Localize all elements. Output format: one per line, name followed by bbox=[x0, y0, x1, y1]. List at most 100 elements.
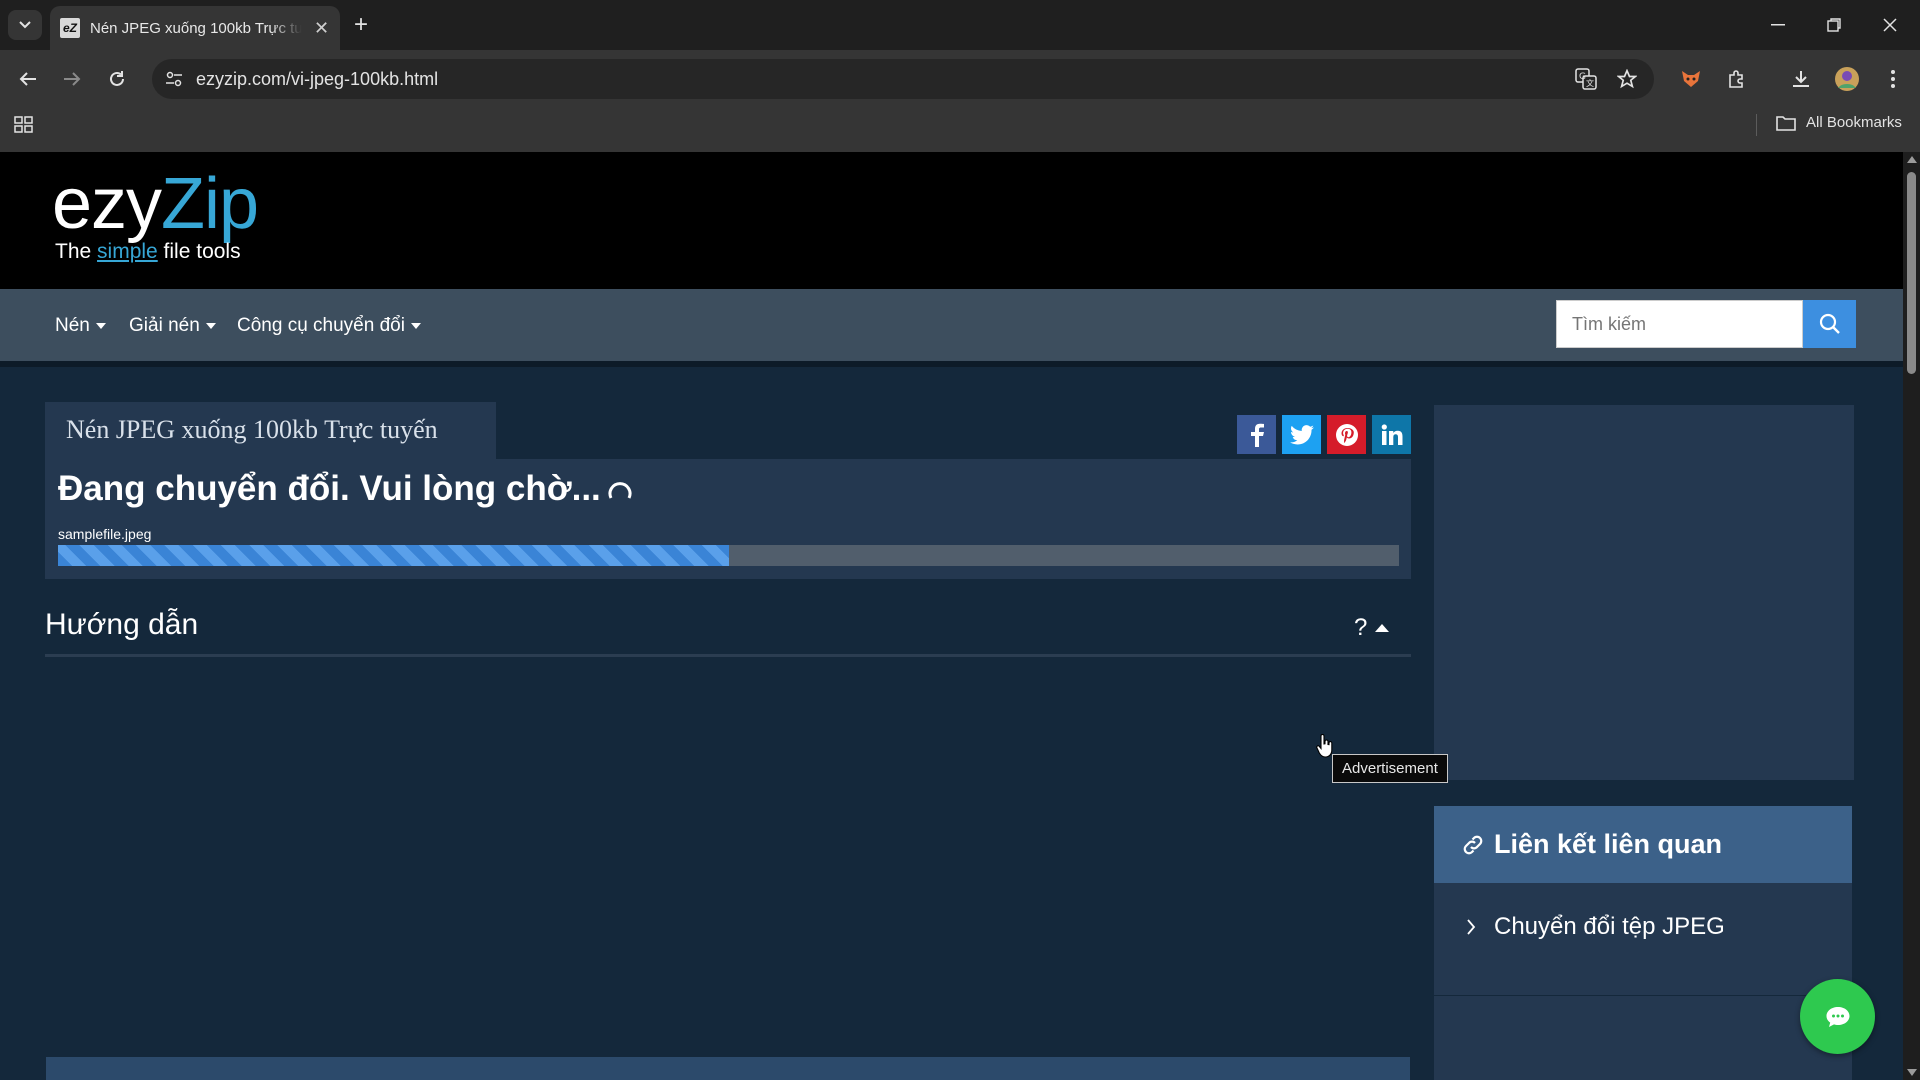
fox-icon bbox=[1682, 71, 1700, 87]
reload-button[interactable] bbox=[102, 64, 132, 94]
link-icon bbox=[1463, 835, 1483, 854]
hand-cursor-icon bbox=[1316, 734, 1334, 758]
upload-progress-bar bbox=[58, 545, 1399, 566]
nav-converter-label: Công cụ chuyển đổi bbox=[237, 315, 405, 336]
site-header: ezyZip The simple file tools bbox=[0, 152, 1903, 289]
twitter-icon bbox=[1289, 424, 1314, 444]
caret-down-icon bbox=[410, 323, 421, 329]
share-twitter-button[interactable] bbox=[1282, 415, 1321, 454]
linkedin-icon bbox=[1381, 423, 1402, 445]
puzzle-icon bbox=[1729, 70, 1743, 88]
advertisement-slot-2[interactable] bbox=[1434, 996, 1852, 1080]
minimize-icon bbox=[1771, 24, 1785, 26]
minimize-window-button[interactable] bbox=[1758, 10, 1798, 40]
browser-tab-strip: eZ Nén JPEG xuống 100kb Trực tuyến ✕ + bbox=[0, 0, 1920, 50]
web-page: ezyZip The simple file tools Nén Giải né… bbox=[0, 152, 1903, 1080]
conversion-status: Đang chuyển đổi. Vui lòng chờ... bbox=[58, 469, 633, 509]
bookmarks-divider bbox=[1756, 114, 1757, 136]
new-tab-button[interactable]: + bbox=[354, 13, 368, 37]
browser-tab-active[interactable]: eZ Nén JPEG xuống 100kb Trực tuyến ✕ bbox=[50, 6, 340, 50]
content-section-strip bbox=[46, 1057, 1410, 1080]
page-scrollbar[interactable] bbox=[1903, 152, 1920, 1080]
bookmark-star-icon[interactable] bbox=[1615, 67, 1639, 91]
caret-up-icon bbox=[1375, 624, 1390, 632]
logo-wordmark: ezyZip bbox=[52, 164, 259, 244]
url-text: ezyzip.com/vi-jpeg-100kb.html bbox=[196, 69, 439, 89]
close-icon bbox=[1883, 18, 1897, 32]
share-linkedin-button[interactable] bbox=[1372, 415, 1411, 454]
tagline-after: file tools bbox=[157, 240, 241, 263]
nav-extract-menu[interactable]: Giải nén bbox=[129, 315, 216, 337]
close-tab-icon[interactable]: ✕ bbox=[314, 18, 329, 39]
guide-toggle-button[interactable]: ? bbox=[1354, 614, 1390, 642]
tab-title: Nén JPEG xuống 100kb Trực tuyến bbox=[90, 19, 302, 37]
site-search-button[interactable] bbox=[1803, 300, 1856, 348]
star-icon bbox=[1617, 69, 1637, 89]
extension-fox-icon[interactable] bbox=[1678, 66, 1704, 92]
navbar-divider bbox=[0, 361, 1903, 367]
nav-compress-label: Nén bbox=[55, 315, 90, 336]
svg-text:G: G bbox=[1579, 72, 1586, 82]
site-search-field[interactable] bbox=[1556, 300, 1803, 348]
scrollbar-thumb[interactable] bbox=[1907, 172, 1916, 374]
reload-icon bbox=[110, 71, 124, 86]
share-pinterest-button[interactable] bbox=[1327, 415, 1366, 454]
share-facebook-button[interactable] bbox=[1237, 415, 1276, 454]
arrow-right-icon bbox=[64, 72, 81, 86]
apps-grid-button[interactable] bbox=[14, 116, 34, 134]
address-bar[interactable]: ezyzip.com/vi-jpeg-100kb.html G文 bbox=[152, 59, 1654, 99]
all-bookmarks-button[interactable]: All Bookmarks bbox=[1776, 114, 1902, 131]
arrow-left-icon bbox=[19, 72, 36, 86]
extensions-button[interactable] bbox=[1724, 66, 1750, 92]
search-icon bbox=[1819, 313, 1840, 334]
scroll-down-arrow-icon[interactable] bbox=[1907, 1069, 1917, 1076]
logo-part-ezy: ezy bbox=[52, 164, 162, 244]
restore-icon bbox=[1827, 18, 1841, 32]
back-button[interactable] bbox=[13, 64, 43, 94]
close-window-button[interactable] bbox=[1870, 10, 1910, 40]
nav-compress-menu[interactable]: Nén bbox=[55, 315, 106, 337]
upload-progress-fill bbox=[58, 545, 729, 566]
site-info-icon[interactable] bbox=[162, 67, 186, 91]
tab-search-button[interactable] bbox=[8, 10, 42, 40]
scroll-up-arrow-icon[interactable] bbox=[1907, 156, 1917, 163]
page-title: Nén JPEG xuống 100kb Trực tuyến bbox=[66, 415, 438, 444]
folder-icon bbox=[1776, 115, 1796, 131]
downloads-button[interactable] bbox=[1788, 66, 1814, 92]
related-links-title: Liên kết liên quan bbox=[1494, 829, 1723, 859]
logo-part-zip: Zip bbox=[161, 164, 259, 244]
help-question-icon: ? bbox=[1354, 614, 1368, 641]
nav-converter-menu[interactable]: Công cụ chuyển đổi bbox=[237, 315, 421, 337]
conversion-status-text: Đang chuyển đổi. Vui lòng chờ... bbox=[58, 469, 601, 508]
tool-title-tab: Nén JPEG xuống 100kb Trực tuyến bbox=[45, 402, 496, 461]
restore-window-button[interactable] bbox=[1814, 10, 1854, 40]
pinterest-icon bbox=[1335, 423, 1358, 446]
download-icon bbox=[1793, 71, 1809, 87]
translate-icon[interactable]: G文 bbox=[1574, 67, 1598, 91]
forward-button[interactable] bbox=[57, 64, 87, 94]
profile-avatar[interactable] bbox=[1834, 66, 1860, 92]
tune-icon bbox=[166, 71, 182, 87]
advertisement-slot[interactable] bbox=[1434, 405, 1854, 780]
tagline-before: The bbox=[55, 240, 98, 263]
logo-tagline: The simple file tools bbox=[55, 240, 258, 264]
more-vert-icon bbox=[1891, 70, 1895, 88]
chat-widget-button[interactable] bbox=[1800, 979, 1875, 1054]
loading-spinner-icon bbox=[608, 482, 632, 499]
chat-bubble-icon bbox=[1826, 1006, 1849, 1027]
translate-glyph: G文 bbox=[1575, 68, 1597, 90]
guide-heading: Hướng dẫn bbox=[45, 608, 199, 641]
avatar-icon bbox=[1835, 67, 1859, 91]
tagline-highlight: simple bbox=[97, 240, 158, 263]
browser-menu-button[interactable] bbox=[1880, 66, 1906, 92]
grid-icon bbox=[14, 116, 33, 133]
caret-down-icon bbox=[95, 323, 106, 329]
conversion-panel: Đang chuyển đổi. Vui lòng chờ... samplef… bbox=[45, 459, 1411, 579]
file-name: samplefile.jpeg bbox=[58, 526, 152, 542]
nav-extract-label: Giải nén bbox=[129, 315, 200, 336]
site-favicon: eZ bbox=[60, 18, 80, 38]
ezyzip-logo[interactable]: ezyZip The simple file tools bbox=[52, 164, 259, 264]
related-link-jpeg-convert[interactable]: Chuyển đổi tệp JPEG bbox=[1466, 913, 1725, 941]
site-search-input[interactable] bbox=[1557, 301, 1802, 347]
all-bookmarks-label: All Bookmarks bbox=[1806, 114, 1902, 131]
